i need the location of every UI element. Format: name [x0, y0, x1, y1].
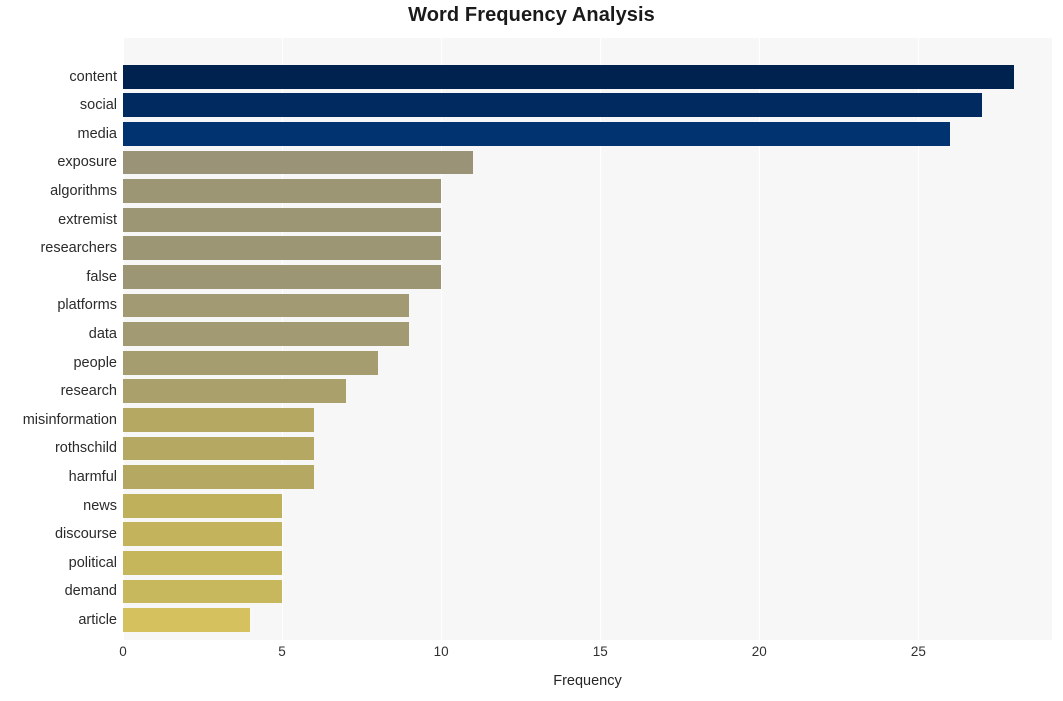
bar-researchers[interactable] — [123, 236, 442, 261]
bar-false[interactable] — [123, 265, 442, 289]
bar-misinformation[interactable] — [123, 408, 314, 432]
bar-discourse[interactable] — [123, 522, 283, 547]
y-tick-label-misinformation: misinformation — [22, 411, 117, 428]
x-tick-label-20: 20 — [751, 644, 767, 659]
bar-row — [123, 434, 1052, 463]
y-tick-label-false: false — [86, 268, 117, 285]
bar-row — [123, 91, 1052, 120]
bar-row — [123, 349, 1052, 378]
bar-row — [123, 520, 1052, 549]
bar-row — [123, 463, 1052, 492]
bar-row — [123, 263, 1052, 292]
x-axis-tick-labels: 0 5 10 15 20 25 — [119, 640, 1052, 666]
bar-row — [123, 63, 1052, 92]
bar-media[interactable] — [123, 122, 951, 146]
y-tick-label-news: news — [83, 497, 117, 514]
bar-row — [123, 377, 1052, 406]
plot-area — [123, 38, 1052, 640]
x-axis-title: Frequency — [553, 673, 622, 689]
y-tick-label-people: people — [73, 354, 117, 371]
y-tick-label-algorithms: algorithms — [50, 182, 117, 199]
y-tick-label-exposure: exposure — [57, 154, 117, 171]
bar-research[interactable] — [123, 379, 346, 404]
bar-news[interactable] — [123, 493, 283, 518]
y-tick-label-media: media — [77, 125, 118, 142]
y-tick-label-platforms: platforms — [57, 297, 117, 314]
bar-row — [123, 406, 1052, 435]
bar-row — [123, 206, 1052, 235]
bar-row — [123, 320, 1052, 349]
bar-extremist[interactable] — [123, 207, 442, 232]
bar-exposure[interactable] — [123, 150, 473, 175]
chart-title: Word Frequency Analysis — [408, 4, 655, 26]
x-tick-label-25: 25 — [910, 644, 926, 659]
bar-row — [123, 234, 1052, 263]
bar-row — [123, 291, 1052, 320]
bars-layer — [123, 38, 1052, 640]
bar-row — [123, 148, 1052, 177]
y-tick-label-harmful: harmful — [68, 468, 117, 485]
bar-article[interactable] — [123, 608, 251, 633]
bar-row — [123, 120, 1052, 149]
word-frequency-chart: Word Frequency Analysis content social med… — [0, 0, 1063, 701]
bar-social[interactable] — [123, 93, 982, 118]
y-tick-label-discourse: discourse — [54, 526, 117, 543]
bar-row — [123, 177, 1052, 206]
y-tick-label-extremist: extremist — [58, 211, 117, 228]
bar-content[interactable] — [123, 64, 1014, 89]
bar-row — [123, 492, 1052, 521]
x-tick-label-5: 5 — [278, 644, 286, 659]
bar-harmful[interactable] — [123, 465, 314, 490]
bar-row — [123, 606, 1052, 635]
y-axis-tick-labels: content social media exposure algorithms extr… — [0, 38, 117, 640]
bar-platforms[interactable] — [123, 293, 410, 318]
x-tick-label-10: 10 — [433, 644, 449, 659]
bar-people[interactable] — [123, 350, 378, 375]
bar-row — [123, 549, 1052, 578]
y-tick-label-demand: demand — [64, 583, 117, 600]
bar-row — [123, 577, 1052, 606]
y-tick-label-article: article — [78, 611, 117, 628]
y-tick-label-social: social — [79, 97, 117, 114]
y-tick-label-political: political — [68, 554, 117, 571]
bar-rothschild[interactable] — [123, 436, 314, 461]
bar-data[interactable] — [123, 322, 410, 347]
bar-algorithms[interactable] — [123, 179, 442, 204]
y-tick-label-rothschild: rothschild — [54, 440, 117, 457]
x-tick-label-15: 15 — [592, 644, 608, 659]
x-tick-label-0: 0 — [119, 644, 127, 659]
bar-demand[interactable] — [123, 579, 283, 604]
bar-political[interactable] — [123, 551, 283, 575]
y-tick-label-content: content — [69, 68, 117, 85]
y-tick-label-data: data — [88, 325, 117, 342]
y-tick-label-researchers: researchers — [40, 240, 117, 257]
y-tick-label-research: research — [60, 383, 117, 400]
